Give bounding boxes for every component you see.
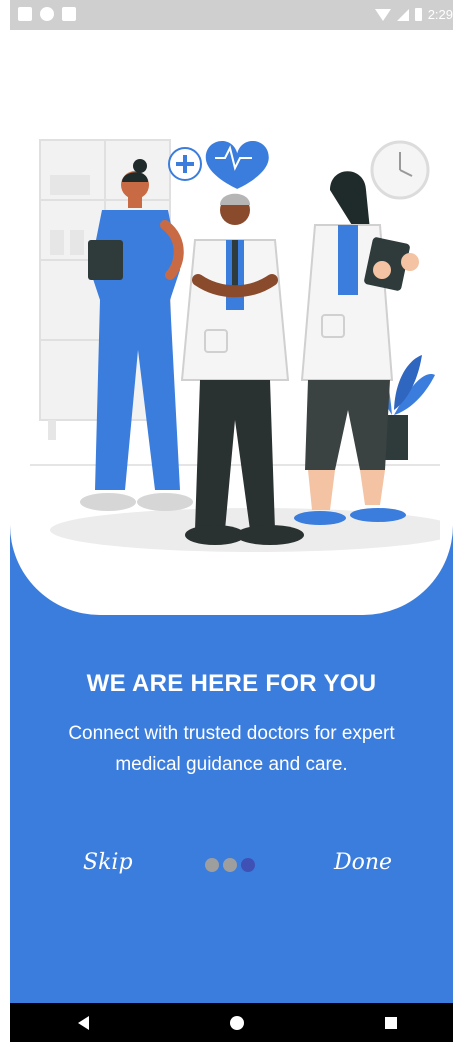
circle-status-icon xyxy=(40,7,54,21)
navigation-bar xyxy=(10,1003,453,1042)
doctors-team-illustration xyxy=(30,139,440,552)
done-button[interactable]: Done xyxy=(334,850,392,875)
page-dot-active[interactable] xyxy=(241,858,255,872)
wifi-icon xyxy=(374,8,391,21)
status-time: 2:29 xyxy=(427,7,453,22)
page-dot[interactable] xyxy=(205,858,219,872)
onboarding-description: Connect with trusted doctors for expert … xyxy=(68,723,395,775)
image-icon xyxy=(18,7,32,21)
status-right: 2:29 xyxy=(374,7,453,22)
sd-card-icon xyxy=(62,7,76,21)
page-dot[interactable] xyxy=(223,858,237,872)
signal-icon xyxy=(396,8,409,21)
onboarding-title: WE ARE HERE FOR YOU xyxy=(86,670,377,697)
onboarding-screen: WE ARE HERE FOR YOU Connect with trusted… xyxy=(10,30,453,1003)
home-icon[interactable] xyxy=(230,1016,244,1030)
back-icon[interactable] xyxy=(78,1016,89,1030)
recents-icon[interactable] xyxy=(385,1017,397,1029)
status-bar: 2:29 xyxy=(10,0,453,30)
status-left xyxy=(18,7,76,21)
page-indicator xyxy=(205,858,255,872)
battery-icon xyxy=(414,8,422,21)
skip-button[interactable]: Skip xyxy=(83,850,133,875)
